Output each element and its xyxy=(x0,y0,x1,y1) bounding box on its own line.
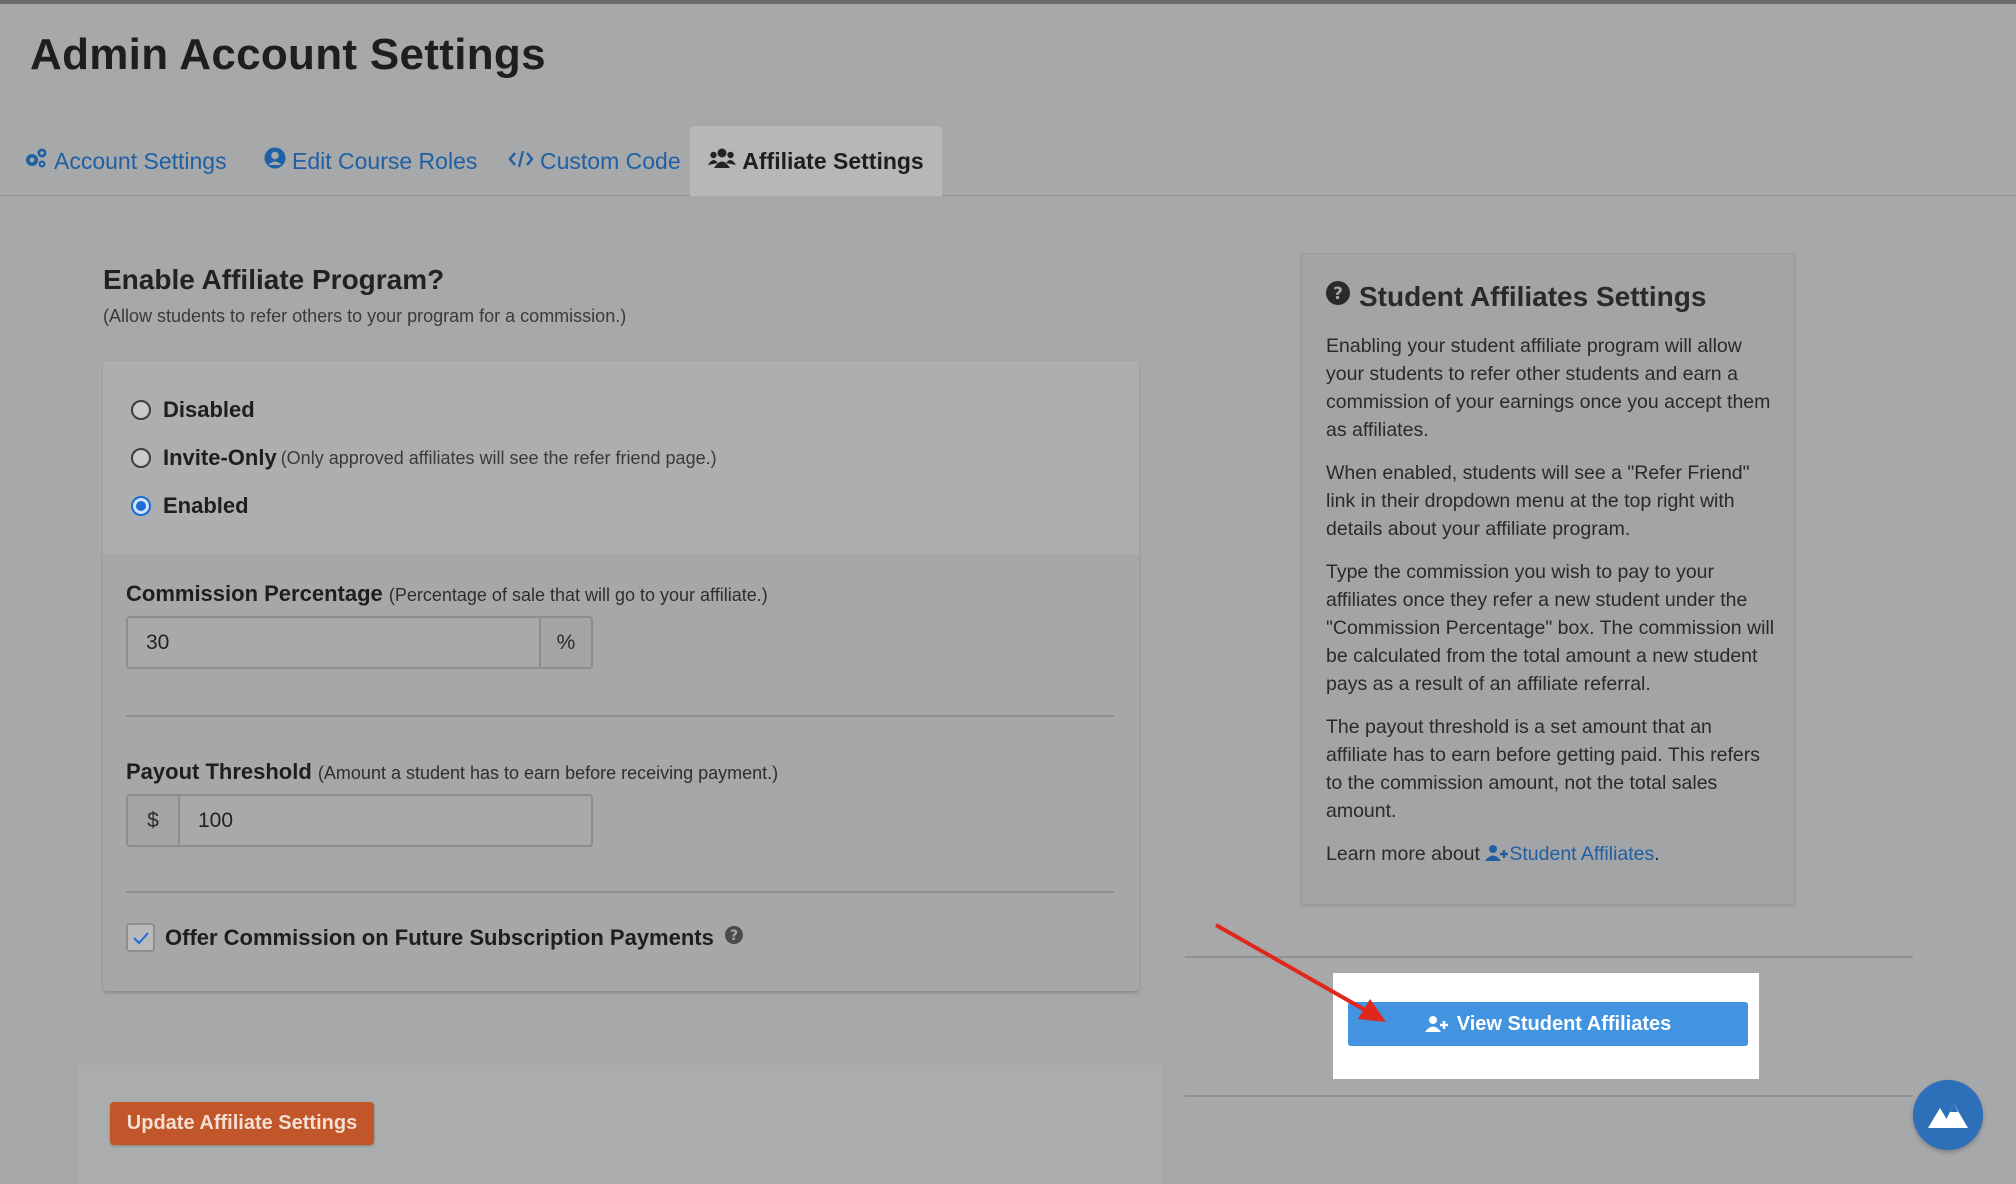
divider xyxy=(126,891,1114,893)
settings-tabs: Account Settings Edit Course Roles Custo… xyxy=(0,126,2016,196)
tab-label: Edit Course Roles xyxy=(292,147,478,174)
divider xyxy=(126,715,1114,717)
form-footer: Update Affiliate Settings xyxy=(78,1065,1162,1184)
help-panel: ? Student Affiliates Settings Enabling y… xyxy=(1301,253,1795,905)
commission-input-group: 30 % xyxy=(126,616,593,669)
question-circle-icon: ? xyxy=(1325,280,1351,313)
help-launcher-button[interactable] xyxy=(1913,1080,1983,1150)
help-paragraph: Enabling your student affiliate program … xyxy=(1326,335,1771,441)
radio-label: Disabled xyxy=(163,397,255,422)
student-affiliates-link[interactable]: Student Affiliates xyxy=(1485,843,1654,865)
future-payments-checkbox[interactable] xyxy=(126,923,155,952)
tab-edit-course-roles[interactable]: Edit Course Roles xyxy=(250,126,491,196)
payout-input-group: $ 100 xyxy=(126,794,593,847)
svg-text:?: ? xyxy=(730,928,738,944)
help-body: Enabling your student affiliate program … xyxy=(1326,332,1776,883)
radio-button[interactable] xyxy=(131,400,151,420)
radio-option-disabled[interactable]: Disabled xyxy=(131,397,255,423)
learn-more-suffix: . xyxy=(1654,843,1660,865)
divider xyxy=(1185,1095,1913,1097)
commission-hint: (Percentage of sale that will go to your… xyxy=(388,585,768,605)
payout-label-text: Payout Threshold xyxy=(126,759,312,784)
percent-addon: % xyxy=(539,618,591,667)
tab-label: Affiliate Settings xyxy=(742,147,924,174)
commission-percentage-input[interactable]: 30 xyxy=(128,618,539,667)
svg-text:?: ? xyxy=(1333,284,1343,304)
radio-label: Enabled xyxy=(163,493,249,518)
update-affiliate-settings-button[interactable]: Update Affiliate Settings xyxy=(110,1102,374,1145)
dollar-addon: $ xyxy=(128,796,180,845)
annotation-arrow xyxy=(1215,923,1386,1022)
radio-button[interactable] xyxy=(131,448,151,468)
code-icon xyxy=(508,148,534,175)
radio-button[interactable] xyxy=(131,496,151,516)
tab-account-settings[interactable]: Account Settings xyxy=(10,126,241,196)
radio-option-enabled[interactable]: Enabled xyxy=(131,493,249,519)
commission-label: Commission Percentage (Percentage of sal… xyxy=(126,581,768,607)
help-paragraph: When enabled, students will see a "Refer… xyxy=(1326,462,1750,540)
page-title: Admin Account Settings xyxy=(30,30,546,79)
learn-more-line: Learn more about Student Affiliates. xyxy=(1326,840,1776,868)
radio-note: (Only approved affiliates will see the r… xyxy=(280,447,717,468)
tab-label: Account Settings xyxy=(54,147,227,174)
gears-icon xyxy=(24,147,48,175)
payout-hint: (Amount a student has to earn before rec… xyxy=(317,763,779,783)
user-plus-icon xyxy=(1485,845,1509,861)
help-title-text: Student Affiliates Settings xyxy=(1359,280,1707,312)
radio-label: Invite-Only xyxy=(163,445,277,470)
help-title: ? Student Affiliates Settings xyxy=(1325,280,1706,313)
users-icon xyxy=(708,147,737,175)
payout-threshold-input[interactable]: 100 xyxy=(180,796,591,845)
tab-affiliate-settings[interactable]: Affiliate Settings xyxy=(690,126,942,196)
student-affiliates-link-text: Student Affiliates xyxy=(1509,843,1655,865)
question-circle-icon[interactable]: ? xyxy=(724,925,744,951)
tab-custom-code[interactable]: Custom Code xyxy=(494,126,695,196)
user-circle-icon xyxy=(264,147,286,175)
future-payments-label: Offer Commission on Future Subscription … xyxy=(165,924,714,950)
radio-option-invite-only[interactable]: Invite-Only (Only approved affiliates wi… xyxy=(131,445,717,471)
future-payments-option[interactable]: Offer Commission on Future Subscription … xyxy=(126,923,744,952)
affiliate-settings-form: Commission Percentage (Percentage of sal… xyxy=(103,555,1139,991)
learn-more-prefix: Learn more about xyxy=(1326,843,1480,865)
affiliate-program-subheading: (Allow students to refer others to your … xyxy=(103,306,627,326)
commission-label-text: Commission Percentage xyxy=(126,581,383,606)
tab-label: Custom Code xyxy=(540,147,681,174)
mountains-logo-icon xyxy=(1928,1104,1968,1128)
payout-label: Payout Threshold (Amount a student has t… xyxy=(126,759,778,785)
window-top-border xyxy=(0,0,2016,4)
help-paragraph: Type the commission you wish to pay to y… xyxy=(1326,561,1775,695)
view-student-affiliates-label: View Student Affiliates xyxy=(1456,1012,1672,1035)
affiliate-mode-card: Disabled Invite-Only (Only approved affi… xyxy=(103,361,1139,555)
user-plus-icon xyxy=(1424,1016,1448,1032)
checkmark-icon xyxy=(132,931,149,944)
help-paragraph: The payout threshold is a set amount tha… xyxy=(1326,716,1760,822)
affiliate-program-heading: Enable Affiliate Program? xyxy=(103,264,445,295)
